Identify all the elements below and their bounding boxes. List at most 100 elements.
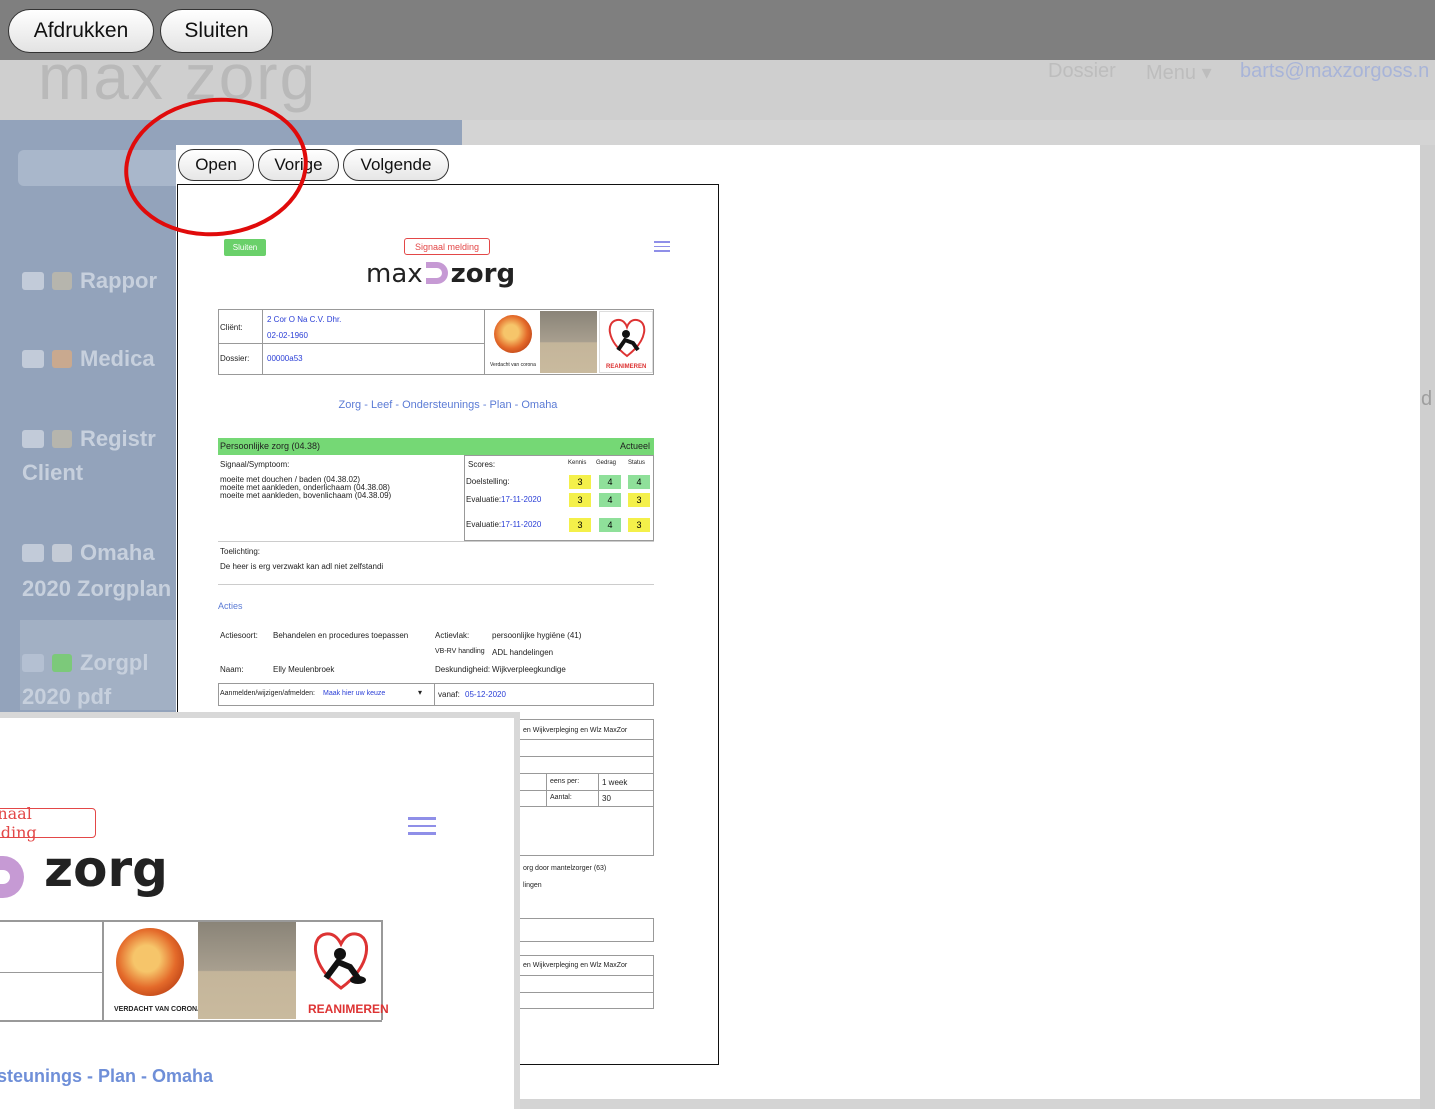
aantal-value: 30 (602, 794, 611, 803)
score-cell: 4 (599, 493, 621, 507)
corona-caption: Verdacht van corona (490, 362, 536, 368)
score-row-2-date[interactable]: 17-11-2020 (501, 495, 541, 504)
reanimate-icon: REANIMEREN (599, 311, 653, 373)
check-icon (52, 654, 72, 672)
folder-plus-icon (22, 430, 44, 448)
zoom-reanimate-label: REANIMEREN (308, 1002, 389, 1016)
naam-label: Naam: (220, 665, 244, 674)
score-row-3-label: Evaluatie: (466, 520, 502, 529)
aanmelden-select[interactable]: Maak hier uw keuze (323, 690, 385, 697)
dossier-id: 00000a53 (267, 354, 303, 363)
score-col-gedrag: Gedrag (596, 460, 617, 466)
corona-warning-icon (494, 315, 532, 353)
next-button[interactable]: Volgende (343, 149, 449, 181)
aanmelden-label: Aanmelden/wijzigen/afmelden: (220, 690, 315, 697)
document-close-button[interactable]: Sluiten (224, 239, 266, 256)
zoom-plan-title: ersteunings - Plan - Omaha (0, 1066, 214, 1086)
document-logo-zorg: zorg (450, 259, 516, 289)
toelichting-label: Toelichting: (220, 547, 261, 556)
background-right-letter: d (1421, 388, 1433, 410)
folder-plus-icon (22, 544, 44, 562)
actiesoort-label: Actiesoort: (220, 631, 258, 640)
score-col-status: Status (628, 460, 646, 466)
score-cell: 4 (628, 475, 650, 489)
scores-header: Scores: (468, 460, 496, 469)
client-label: Cliënt: (220, 323, 243, 332)
pencil-icon (52, 430, 72, 448)
zoom-client-photo (198, 922, 296, 1019)
vanaf-date[interactable]: 05-12-2020 (465, 690, 506, 699)
score-cell: 3 (628, 493, 650, 507)
zoom-logo-zorg: zorg (44, 840, 168, 898)
logo-mark-icon (425, 262, 448, 284)
document-signal-button[interactable]: Signaal melding (404, 238, 490, 255)
book-icon (52, 544, 72, 562)
document-menu-icon[interactable] (654, 241, 670, 255)
pill-icon (52, 350, 72, 368)
background-nav-dossier: Dossier (1048, 60, 1116, 82)
score-row-2-label: Evaluatie: (466, 495, 502, 504)
vbrv-value: ADL handelingen (492, 648, 554, 657)
eens-per-label: eens per: (550, 778, 580, 785)
symptom-3: moeite met aankleden, bovenlichaam (04.3… (220, 491, 392, 500)
background-sidebar-item-zorgplan: 2020 Zorgplan (22, 576, 172, 601)
document-logo-max: max (366, 259, 423, 289)
pencil-icon (52, 272, 72, 290)
eens-per-value: 1 week (602, 778, 628, 787)
section-name: Persoonlijke zorg (04.38) (220, 441, 321, 451)
close-button[interactable]: Sluiten (160, 9, 273, 53)
mantelzorg-text: org door mantelzorger (63) (523, 865, 607, 872)
score-cell: 3 (569, 493, 591, 507)
deskundigheid-value: Wijkverpleegkundige (492, 665, 566, 674)
print-toolbar: Afdrukken Sluiten (0, 0, 1435, 60)
vanaf-label: vanaf: (438, 690, 460, 699)
acties-label: Acties (218, 601, 243, 611)
file-icon (22, 654, 44, 672)
score-cell: 3 (569, 475, 591, 489)
score-row-1-label: Doelstelling: (466, 477, 510, 486)
score-cell: 3 (628, 518, 650, 532)
actievlak-label: Actievlak: (435, 631, 470, 640)
background-sidebar-item-medicatie: Medica (22, 342, 155, 376)
score-cell: 4 (599, 475, 621, 489)
dossier-label: Dossier: (220, 354, 250, 363)
select-arrow-icon[interactable]: ▾ (418, 688, 422, 697)
background-sidebar-item-pdf: 2020 pdf (22, 684, 112, 709)
client-dob: 02-02-1960 (267, 331, 308, 340)
background-right-edge (1420, 145, 1435, 1109)
zoom-menu-icon[interactable] (408, 817, 436, 840)
background-nav-user: barts@maxzorgoss.n (1240, 60, 1430, 82)
actiesoort-value: Behandelen en procedures toepassen (273, 631, 409, 640)
reanimate-label: REANIMEREN (606, 364, 647, 370)
section-status: Actueel (620, 441, 651, 451)
folder-plus-icon (22, 350, 44, 368)
vbrv-label: VB-RV handling (435, 648, 485, 655)
background-sidebar-item-rapportage: Rappor (22, 264, 157, 298)
print-button[interactable]: Afdrukken (8, 9, 154, 53)
background-nav-menu: Menu ▾ (1146, 62, 1212, 84)
score-col-kennis: Kennis (568, 460, 587, 466)
actievlak-value: persoonlijke hygiëne (41) (492, 631, 582, 640)
background-sidebar-item-client: Client (22, 460, 84, 485)
deskundigheid-label: Deskundigheid: (435, 665, 491, 674)
zoom-corona-caption: VERDACHT VAN CORONA (114, 1006, 203, 1013)
toelichting-text: De heer is erg verzwakt kan adl niet zel… (220, 562, 384, 571)
document-logo: max zorg (366, 259, 515, 289)
zoom-signal-button[interactable]: Signaal melding (0, 804, 96, 842)
zoom-corona-icon (116, 928, 184, 996)
aantal-label: Aantal: (550, 794, 572, 801)
folder-plus-icon (22, 272, 44, 290)
background-sidebar-item-zorgplan-pdf: Zorgpl (22, 646, 148, 680)
score-row-3-date[interactable]: 17-11-2020 (501, 520, 541, 529)
symptom-header: Signaal/Symptoom: (220, 460, 290, 469)
naam-value: Elly Meulenbroek (273, 665, 335, 674)
background-sidebar-item-registratie: Registr (22, 422, 156, 456)
score-cell: 3 (569, 518, 591, 532)
zoom-logo-mark-icon (0, 856, 24, 898)
blank-box (518, 918, 654, 942)
background-sidebar-item-omaha: Omaha (22, 536, 155, 570)
team-row-text-2: en Wijkverpleging en Wlz MaxZor (523, 962, 628, 969)
client-photo (540, 311, 597, 373)
zoom-overlay: Signaal melding zorg VERDACHT VAN CORONA… (0, 712, 520, 1109)
team-row-text: en Wijkverpleging en Wlz MaxZor (523, 727, 628, 734)
